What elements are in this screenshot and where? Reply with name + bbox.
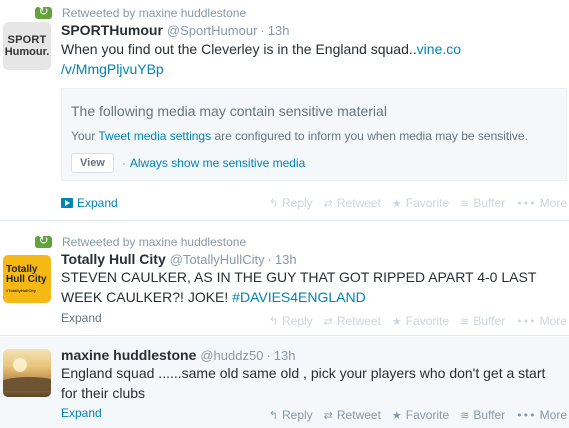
vine-link[interactable]: vine.co	[417, 41, 461, 57]
star-icon: ★	[391, 314, 402, 328]
tweet-actions: ↰ Reply ⇄ Retweet ★ Favorite ≋ Buffer ••• Mor…	[258, 313, 567, 329]
sun-shape	[13, 358, 27, 372]
reply-arrow-icon: ↰	[268, 408, 278, 422]
buffer-button[interactable]: ≋ Buffer	[460, 196, 505, 210]
username[interactable]: @huddz50	[200, 348, 263, 363]
reply-arrow-icon: ↰	[268, 196, 278, 210]
favorite-button[interactable]: ★ Favorite	[392, 408, 449, 422]
reply-button[interactable]: ↰ Reply	[269, 196, 313, 210]
buffer-button[interactable]: ≋ Buffer	[460, 408, 505, 422]
retweet-context: Retweeted by maxine huddlestone	[35, 4, 246, 21]
retweeted-by-label[interactable]: Retweeted by maxine huddlestone	[62, 6, 246, 20]
retweet-button[interactable]: ⇄ Retweet	[324, 408, 381, 422]
hashtag-link[interactable]: #DAVIES4ENGLAND	[232, 289, 366, 305]
more-button[interactable]: ••• More	[516, 314, 567, 328]
avatar[interactable]: SPORT Humour.	[3, 22, 51, 70]
username[interactable]: @SportHumour	[167, 23, 258, 38]
reply-button[interactable]: ↰ Reply	[269, 408, 313, 422]
retweet-button[interactable]: ⇄ Retweet	[324, 314, 381, 328]
retweet-button[interactable]: ⇄ Retweet	[324, 196, 381, 210]
tweet-media-settings-link[interactable]: Tweet media settings	[98, 129, 211, 143]
star-icon: ★	[391, 196, 402, 210]
buffer-stack-icon: ≋	[460, 196, 470, 210]
sensitive-title: The following media may contain sensitiv…	[71, 103, 387, 119]
separator: ·	[260, 23, 265, 38]
expand-link[interactable]: Expand	[61, 406, 102, 420]
reply-arrow-icon: ↰	[268, 314, 278, 328]
tweet-text: When you find out the Cleverley is in th…	[61, 41, 462, 77]
fullname[interactable]: SPORTHumour	[61, 22, 163, 38]
more-button[interactable]: ••• More	[516, 196, 567, 210]
ellipsis-icon: •••	[516, 408, 536, 422]
star-icon: ★	[391, 408, 402, 422]
timestamp[interactable]: 13h	[268, 23, 290, 38]
tweet-text: England squad ......same old same old , …	[61, 365, 546, 401]
fullname[interactable]: Totally Hull City	[61, 251, 166, 267]
sensitive-info: Your Tweet media settings are configured…	[71, 129, 528, 143]
buffer-stack-icon: ≋	[460, 408, 470, 422]
timestamp[interactable]: 13h	[274, 348, 296, 363]
retweeted-by-label[interactable]: Retweeted by maxine huddlestone	[62, 235, 246, 249]
reply-button[interactable]: ↰ Reply	[269, 314, 313, 328]
username[interactable]: @TotallyHullCity	[170, 252, 265, 267]
ellipsis-icon: •••	[516, 196, 536, 210]
view-button[interactable]: View	[71, 153, 114, 173]
buffer-button[interactable]: ≋ Buffer	[460, 314, 505, 328]
ellipsis-icon: •••	[516, 314, 536, 328]
retweet-context: Retweeted by maxine huddlestone	[35, 233, 246, 250]
favorite-button[interactable]: ★ Favorite	[392, 314, 449, 328]
tweet-maxine-huddlestone[interactable]: maxine huddlestone @huddz50 · 13h Englan…	[0, 337, 569, 428]
tweet-actions: ↰ Reply ⇄ Retweet ★ Favorite ≋ Buffer ••• Mor…	[258, 195, 567, 211]
retweet-badge-icon	[35, 4, 52, 19]
tweet-header: SPORTHumour @SportHumour · 13h	[61, 22, 289, 40]
hill-shape	[3, 377, 51, 391]
retweet-icon: ⇄	[323, 196, 333, 210]
always-show-sensitive-link[interactable]: · Always show me sensitive media	[122, 156, 305, 170]
expand-link[interactable]: Expand	[61, 311, 102, 325]
buffer-stack-icon: ≋	[460, 314, 470, 328]
avatar[interactable]	[3, 349, 51, 397]
avatar[interactable]: Totally Hull City #TotallyHullCity	[3, 255, 51, 303]
separator: ·	[266, 348, 271, 363]
fullname[interactable]: maxine huddlestone	[61, 347, 196, 363]
retweet-icon: ⇄	[323, 314, 333, 328]
sensitive-media-warning: The following media may contain sensitiv…	[61, 88, 567, 181]
play-icon	[61, 198, 73, 208]
expand-link[interactable]: Expand	[61, 196, 118, 210]
vine-link-path[interactable]: /v/MmgPljvuYBp	[61, 61, 164, 77]
timestamp[interactable]: 13h	[275, 252, 297, 267]
tweet-actions: ↰ Reply ⇄ Retweet ★ Favorite ≋ Buffer ••• Mor…	[258, 407, 567, 423]
tweet-totallyhullcity[interactable]: Retweeted by maxine huddlestone Totally …	[0, 222, 569, 336]
retweet-icon: ⇄	[323, 408, 333, 422]
favorite-button[interactable]: ★ Favorite	[392, 196, 449, 210]
separator: ·	[267, 252, 272, 267]
tweet-sporthumour[interactable]: Retweeted by maxine huddlestone SPORT Hu…	[0, 0, 569, 221]
tweet-text: STEVEN CAULKER, AS IN THE GUY THAT GOT R…	[61, 269, 537, 305]
more-button[interactable]: ••• More	[516, 408, 567, 422]
retweet-badge-icon	[35, 233, 52, 248]
